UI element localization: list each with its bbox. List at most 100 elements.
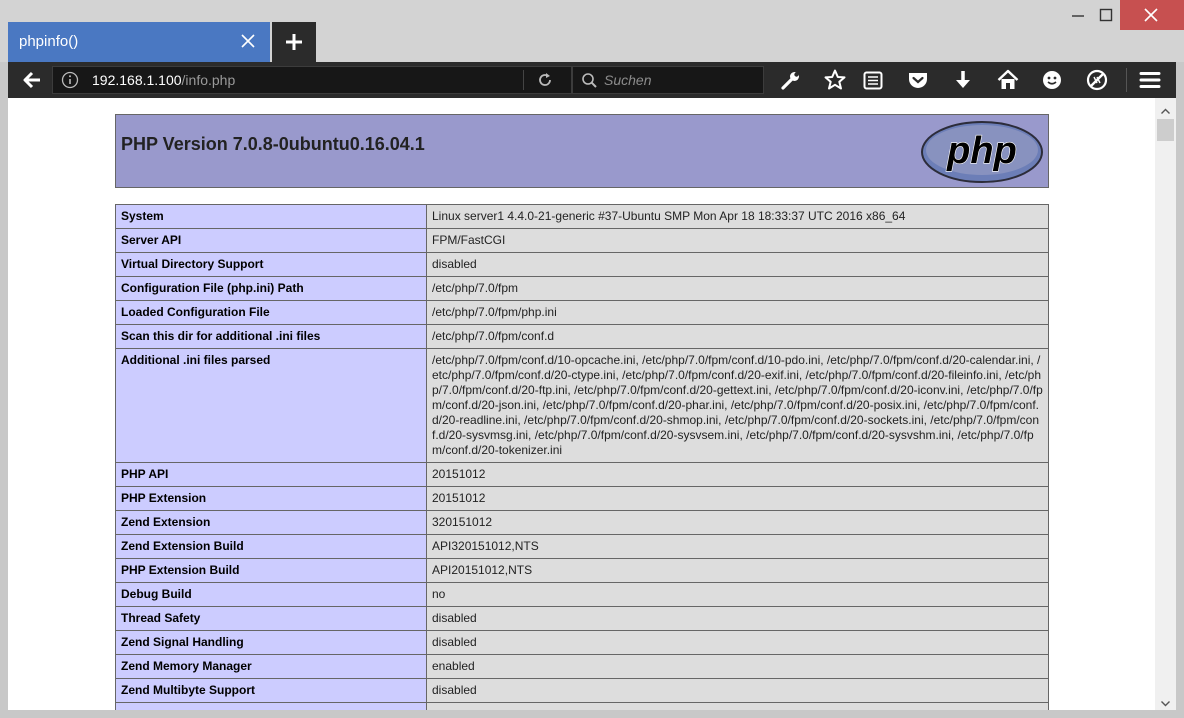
url-host: 192.168.1.100: [92, 72, 182, 88]
table-row: Debug Build no: [115, 582, 1049, 607]
tab-phpinfo[interactable]: phpinfo(): [8, 22, 270, 62]
url-bar[interactable]: 192.168.1.100/info.php: [52, 66, 572, 94]
row-value-text: /etc/php/7.0/fpm/conf.d: [432, 329, 555, 343]
row-value: API320151012,NTS: [426, 534, 1049, 559]
table-row: PHP Extension Build API20151012,NTS: [115, 558, 1049, 583]
row-label: Server API: [115, 228, 427, 253]
plus-icon: [286, 34, 302, 50]
row-label: Zend Extension Build: [115, 534, 427, 559]
table-row: Loaded Configuration File/etc/php/7.0/fp…: [115, 300, 1049, 325]
info-table: System Linux server1 4.4.0-21-generic #37…: [115, 204, 1049, 710]
reload-icon[interactable]: [536, 71, 554, 93]
reading-list-icon[interactable]: [861, 68, 885, 92]
row-value: disabled: [426, 606, 1049, 631]
row-label: Scan this dir for additional .ini files: [115, 324, 427, 349]
scrollbar-thumb[interactable]: [1157, 119, 1174, 141]
row-value-text: /etc/php/7.0/fpm/php.ini: [432, 305, 557, 319]
table-row: Zend Extension 320151012: [115, 510, 1049, 535]
vertical-scrollbar[interactable]: [1155, 98, 1176, 710]
row-value: 20151012: [426, 462, 1049, 487]
row-value-text: disabled: [432, 611, 477, 625]
php-version-header: PHP Version 7.0.8-0ubuntu0.16.04.1 php: [115, 114, 1049, 188]
row-value: no: [426, 582, 1049, 607]
url-divider: [523, 70, 524, 90]
row-value-text: 320151012: [432, 515, 493, 529]
url-path: /info.php: [181, 72, 236, 88]
close-icon: [1144, 8, 1158, 22]
row-label: Zend Multibyte Support: [115, 678, 427, 703]
search-icon: [581, 72, 598, 93]
title-bar: phpinfo(): [0, 0, 1184, 62]
table-row: Configuration File (php.ini) Path/etc/ph…: [115, 276, 1049, 301]
table-row: Zend Multibyte Support disabled: [115, 678, 1049, 703]
row-label: PHP Extension Build: [115, 558, 427, 583]
row-value-text: disabled: [432, 635, 477, 649]
disabled-addon-icon[interactable]: [1085, 68, 1109, 92]
smiley-icon[interactable]: [1040, 68, 1064, 92]
row-label: Loaded Configuration File: [115, 300, 427, 325]
row-value-text: /etc/php/7.0/fpm/conf.d/10-opcache.ini, …: [432, 353, 1043, 457]
row-value-text: FPM/FastCGI: [432, 233, 506, 247]
row-label: Zend Memory Manager: [115, 654, 427, 679]
page-title: PHP Version 7.0.8-0ubuntu0.16.04.1: [121, 134, 425, 154]
window-close-button[interactable]: [1120, 0, 1184, 30]
table-row: System Linux server1 4.4.0-21-generic #37…: [115, 204, 1049, 229]
row-value: 320151012: [426, 510, 1049, 535]
row-value: /etc/php/7.0/fpm/conf.d/10-opcache.ini, …: [426, 348, 1049, 463]
table-row: PHP Extension 20151012: [115, 486, 1049, 511]
row-value-text: no: [432, 587, 446, 601]
row-label: PHP API: [115, 462, 427, 487]
browser-window: phpinfo() 192.168.1.100/info.php Suchen …: [0, 0, 1184, 718]
row-value: /etc/php/7.0/fpm/php.ini: [426, 300, 1049, 325]
hamburger-menu-icon[interactable]: [1138, 68, 1162, 92]
row-label: System: [115, 204, 427, 229]
row-value: [426, 702, 1049, 710]
row-label: PHP Extension: [115, 486, 427, 511]
row-value: disabled: [426, 252, 1049, 277]
row-value: enabled: [426, 654, 1049, 679]
maximize-icon: [1099, 8, 1113, 22]
search-bar[interactable]: Suchen: [572, 66, 764, 94]
navigation-toolbar: 192.168.1.100/info.php Suchen: [8, 62, 1176, 98]
row-value: disabled: [426, 630, 1049, 655]
row-label: Zend Extension: [115, 510, 427, 535]
new-tab-button[interactable]: [272, 22, 316, 62]
chevron-down-icon[interactable]: [1160, 694, 1171, 707]
row-value: 20151012: [426, 486, 1049, 511]
row-value-text: disabled: [432, 683, 477, 697]
row-label: [115, 702, 427, 710]
url-text[interactable]: 192.168.1.100/info.php: [92, 72, 235, 88]
row-label: Thread Safety: [115, 606, 427, 631]
pocket-icon[interactable]: [906, 68, 930, 92]
star-icon[interactable]: [823, 68, 847, 92]
row-label: Zend Signal Handling: [115, 630, 427, 655]
download-icon[interactable]: [951, 68, 975, 92]
page-content: PHP Version 7.0.8-0ubuntu0.16.04.1 php S…: [8, 98, 1155, 710]
toolbar-separator: [1126, 68, 1127, 92]
row-value: /etc/php/7.0/fpm: [426, 276, 1049, 301]
table-row: Scan this dir for additional .ini files /…: [115, 324, 1049, 349]
window-bottom-border: [0, 710, 1184, 718]
close-icon[interactable]: [238, 31, 258, 51]
minimize-icon: [1072, 15, 1084, 17]
row-value: disabled: [426, 678, 1049, 703]
back-arrow-icon[interactable]: [20, 68, 44, 92]
row-value: FPM/FastCGI: [426, 228, 1049, 253]
row-value-text: enabled: [432, 659, 475, 673]
table-row: Virtual Directory Support disabled: [115, 252, 1049, 277]
row-value: API20151012,NTS: [426, 558, 1049, 583]
chevron-up-icon[interactable]: [1160, 102, 1171, 114]
table-row: [115, 702, 1049, 710]
table-row: Zend Memory Manager enabled: [115, 654, 1049, 679]
search-placeholder: Suchen: [604, 72, 652, 88]
row-value-text: API320151012,NTS: [432, 539, 539, 553]
php-logo-text: php: [946, 130, 1017, 172]
row-label: Additional .ini files parsed: [115, 348, 427, 463]
row-label: Virtual Directory Support: [115, 252, 427, 277]
home-icon[interactable]: [996, 68, 1020, 92]
table-row: Server API FPM/FastCGI: [115, 228, 1049, 253]
wrench-icon[interactable]: [779, 68, 803, 92]
info-icon[interactable]: [61, 71, 79, 93]
row-value: /etc/php/7.0/fpm/conf.d: [426, 324, 1049, 349]
row-value: Linux server1 4.4.0-21-generic #37-Ubunt…: [426, 204, 1049, 229]
